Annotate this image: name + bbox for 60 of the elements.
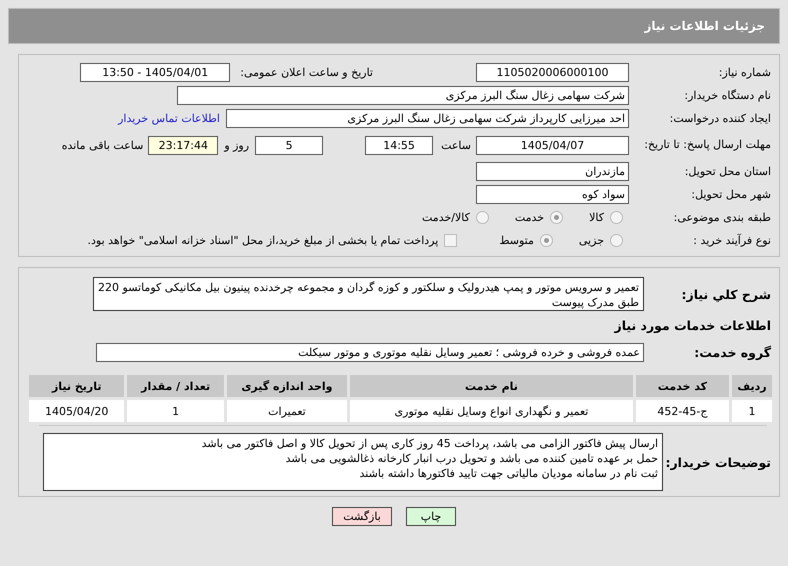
note-line: ثبت نام در سامانه مودیان مالیاتی جهت تایید فاکتورها داشته باشند [358,466,658,481]
time-label: ساعت [441,138,471,152]
checkbox[interactable] [444,234,458,247]
radio-button[interactable] [610,234,623,247]
checkbox-label: پرداخت تمام یا بخشی از مبلغ خرید،از محل "اسناد خزانه اسلامی" خواهد بود. [88,234,438,247]
field-label: شرح کلي نياز: [680,286,771,302]
need-number-field: 1105020006000100 [476,63,629,82]
table-cell: 1405/04/20 [28,398,126,424]
page-title: جزئیات اطلاعات نیاز [644,19,765,33]
back-button[interactable]: بازگشت [332,507,392,526]
remaining-time-field: 23:17:44 [148,136,218,154]
deadline-date-field: 1405/04/07 [476,136,629,154]
days-field: 5 [255,136,324,154]
radio-button[interactable] [550,211,564,224]
table-cell: تعمیر و نگهداری انواع وسایل نقلیه موتوری [348,398,634,424]
radio-button[interactable] [610,211,623,224]
radio-label: جزیی [578,234,604,247]
city-field: سواد کوه [476,185,629,204]
remaining-label: ساعت باقی مانده [62,138,144,152]
radio-label: خدمت [514,211,544,224]
days-label: روز و [224,138,250,152]
announce-date-field: 1405/04/01 - 13:50 [80,63,230,82]
column-header: تعداد / مقدار [126,374,226,398]
table-cell: ج-45-452 [634,398,730,424]
field-label: نام دستگاه خریدار: [683,89,771,102]
radio-button[interactable] [540,234,553,247]
note-line: ارسال پیش فاکتور الزامی می باشد، پرداخت 45 روز کاری پس از تحویل کالا و اصل فاکتور می باشد [200,436,658,451]
buyer-field: شرکت سهامی زغال سنگ البرز مرکزی [177,86,629,105]
table-cell: تعمیرات [225,398,348,424]
column-header: ردیف [730,374,774,398]
description-textarea[interactable]: تعمیر و سرویس موتور و پمپ هیدرولیک و سلکتور و کوزه گردان و مجموعه چرخدنده پینیون بیل مکانیکی کوماتسو 220 طبق مدرک پیوست [93,277,644,311]
field-label: ایجاد کننده درخواست: [668,112,771,125]
radio-button[interactable] [476,211,489,224]
field-label: شماره نیاز: [718,66,771,79]
field-label: استان محل تحویل: [684,165,771,178]
radio-label: کالا/خدمت [422,211,470,224]
requester-field: احد میرزایی کارپرداز شرکت سهامی زغال سنگ البرز مرکزی [226,109,629,128]
column-header: تاریخ نیاز [28,374,126,398]
note-line: حمل بر عهده تامین کننده می باشد و تحویل درب انبار کارخانه ذغالشویی می باشد [284,451,658,466]
section-heading: اطلاعات خدمات مورد نیاز [614,318,771,332]
field-label: تاریخ و ساعت اعلان عمومی: [240,66,373,79]
contact-link[interactable]: اطلاعات تماس خریدار [118,112,220,125]
print-button[interactable]: چاپ [406,507,456,526]
field-label: نوع فرآیند خرید : [692,234,771,247]
column-header: واحد اندازه گیری [225,374,348,398]
field-label: گروه خدمت: [693,344,771,360]
field-label: توضیحات خریدار: [664,454,771,470]
field-label: طبقه بندی موضوعی: [672,211,771,224]
service-group-field: عمده فروشی و خرده فروشی ؛ تعمیر وسایل نقلیه موتوری و موتور سیکلت [96,342,644,362]
province-field: مازندران [476,162,629,181]
table-cell: 1 [126,398,226,424]
buyer-notes-textarea[interactable] [43,433,663,491]
field-label: شهر محل تحویل: [690,188,771,201]
table-cell: 1 [730,398,774,424]
field-label: مهلت ارسال پاسخ: تا تاریخ: [643,138,771,152]
deadline-time-field: 14:55 [365,136,434,154]
radio-label: کالا [589,211,604,224]
column-header: کد خدمت [634,374,730,398]
radio-label: متوسط [499,234,534,247]
column-header: نام خدمت [348,374,634,398]
